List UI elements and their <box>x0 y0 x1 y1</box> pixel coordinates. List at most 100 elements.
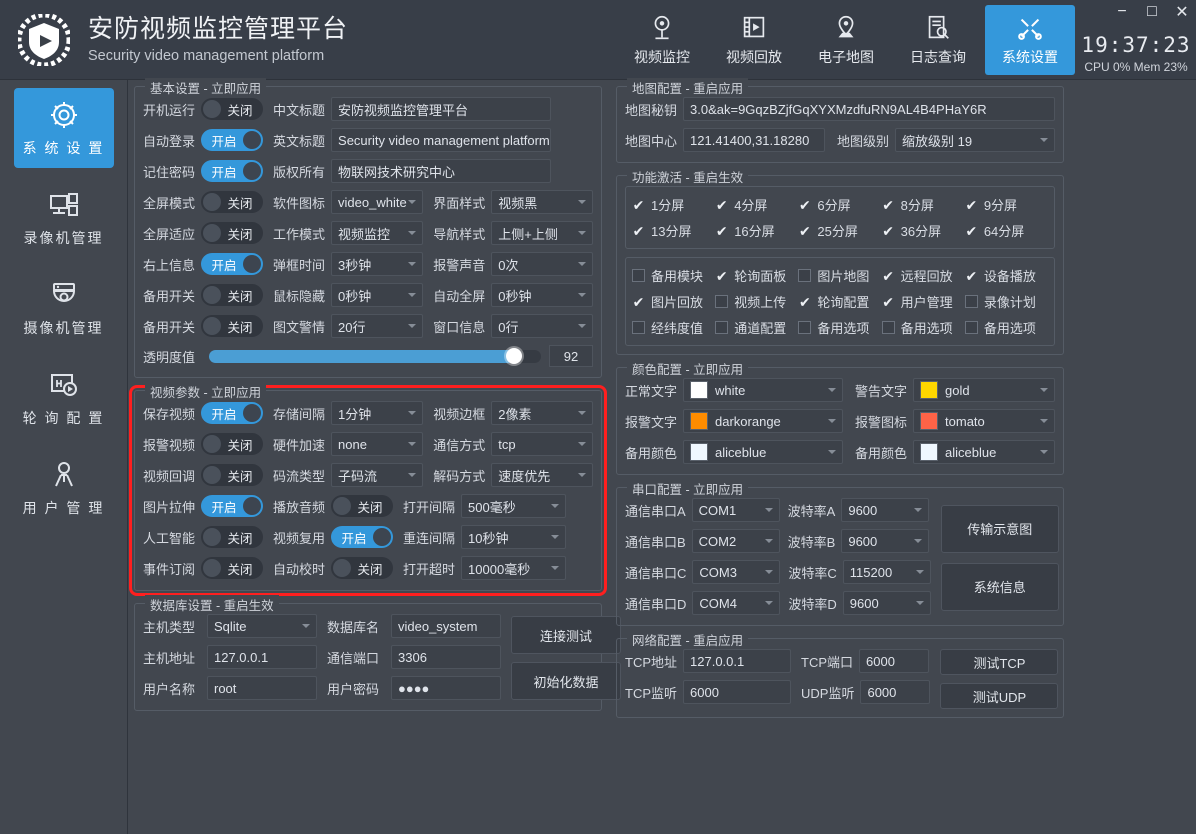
select-stream-type[interactable]: 子码流 <box>331 463 424 487</box>
checkbox-channel-config[interactable]: 通道配置 <box>715 318 798 337</box>
select-open-interval[interactable]: 500毫秒 <box>461 494 567 518</box>
sidebar-item-user-management[interactable]: 用 户 管 理 <box>14 448 114 528</box>
select-reconnect-interval[interactable]: 10秒钟 <box>461 525 567 549</box>
checkbox-latlon-value[interactable]: 经纬度值 <box>632 318 715 337</box>
input-copyright[interactable]: 物联网技术研究中心 <box>331 159 552 183</box>
toggle-ai[interactable]: 关闭 <box>201 526 264 548</box>
checkbox-split-8[interactable]: 8分屏 <box>882 195 965 214</box>
select-baud-c[interactable]: 115200 <box>842 560 931 584</box>
checkbox-split-36[interactable]: 36分屏 <box>882 221 965 240</box>
select-window-info[interactable]: 0行 <box>491 314 593 338</box>
toggle-spare-switch-1[interactable]: 关闭 <box>201 284 264 306</box>
nav-tab-log-query[interactable]: 日志查询 <box>893 5 983 75</box>
connection-test-button[interactable]: 连接测试 <box>511 616 621 654</box>
toggle-image-stretch[interactable]: 开启 <box>201 495 264 517</box>
toggle-play-audio[interactable]: 关闭 <box>331 495 394 517</box>
select-comm-method[interactable]: tcp <box>491 432 593 456</box>
checkbox-spare-option-1[interactable]: 备用选项 <box>798 318 881 337</box>
toggle-fullscreen-fit[interactable]: 关闭 <box>201 222 264 244</box>
checkbox-record-plan[interactable]: 录像计划 <box>964 292 1048 311</box>
nav-tab-video-playback[interactable]: 视频回放 <box>709 5 799 75</box>
opacity-slider-knob[interactable] <box>506 348 523 364</box>
test-tcp-button[interactable]: 测试TCP <box>940 649 1059 675</box>
toggle-video-callback[interactable]: 关闭 <box>201 464 264 486</box>
toggle-event-subscribe[interactable]: 关闭 <box>201 557 264 579</box>
transmission-diagram-button[interactable]: 传输示意图 <box>940 504 1059 553</box>
select-baud-d[interactable]: 9600 <box>842 591 931 615</box>
select-popup-time[interactable]: 3秒钟 <box>331 252 424 276</box>
select-hardware-accel[interactable]: none <box>331 432 424 456</box>
select-host-type[interactable]: Sqlite <box>207 614 317 638</box>
select-alarm-text-color[interactable]: darkorange <box>683 409 844 433</box>
checkbox-remote-playback[interactable]: 远程回放 <box>882 266 965 285</box>
toggle-video-reuse[interactable]: 开启 <box>331 526 394 548</box>
input-tcp-listen[interactable]: 6000 <box>683 680 792 704</box>
select-work-mode[interactable]: 视频监控 <box>331 221 424 245</box>
input-map-center[interactable]: 121.41400,31.18280 <box>683 128 826 152</box>
input-udp-listen[interactable]: 6000 <box>860 680 931 704</box>
checkbox-split-9[interactable]: 9分屏 <box>965 195 1048 214</box>
opacity-slider[interactable] <box>209 348 541 364</box>
select-nav-style[interactable]: 上侧+上侧 <box>491 221 593 245</box>
select-alarm-icon-color[interactable]: tomato <box>913 409 1055 433</box>
checkbox-split-1[interactable]: 1分屏 <box>632 195 715 214</box>
select-map-level[interactable]: 缩放级别 19 <box>895 128 1055 152</box>
nav-tab-video-monitor[interactable]: 视频监控 <box>617 5 707 75</box>
checkbox-user-management[interactable]: 用户管理 <box>882 292 965 311</box>
checkbox-image-playback[interactable]: 图片回放 <box>632 292 715 311</box>
select-serial-port-a[interactable]: COM1 <box>691 498 780 522</box>
checkbox-spare-option-2[interactable]: 备用选项 <box>881 318 965 337</box>
checkbox-spare-option-3[interactable]: 备用选项 <box>964 318 1048 337</box>
input-user-name[interactable]: root <box>207 676 317 700</box>
select-baud-a[interactable]: 9600 <box>841 498 930 522</box>
sidebar-item-system-settings[interactable]: 系 统 设 置 <box>13 88 114 168</box>
checkbox-split-4[interactable]: 4分屏 <box>715 195 798 214</box>
checkbox-polling-panel[interactable]: 轮询面板 <box>715 266 798 285</box>
toggle-alarm-video[interactable]: 关闭 <box>201 433 264 455</box>
select-serial-port-d[interactable]: COM4 <box>692 591 781 615</box>
checkbox-split-16[interactable]: 16分屏 <box>715 221 798 240</box>
select-decode-method[interactable]: 速度优先 <box>491 463 593 487</box>
input-cn-title[interactable]: 安防视频监控管理平台 <box>331 97 552 121</box>
select-baud-b[interactable]: 9600 <box>841 529 930 553</box>
select-auto-fullscreen[interactable]: 0秒钟 <box>491 283 593 307</box>
select-spare-color-1[interactable]: aliceblue <box>683 440 844 464</box>
select-text-alarm[interactable]: 20行 <box>331 314 424 338</box>
checkbox-device-play[interactable]: 设备播放 <box>965 266 1048 285</box>
select-alarm-sound[interactable]: 0次 <box>491 252 593 276</box>
sidebar-item-nvr-management[interactable]: 录像机管理 <box>14 178 114 258</box>
nav-tab-emap[interactable]: 电子地图 <box>801 5 891 75</box>
toggle-boot-run[interactable]: 关闭 <box>201 98 264 120</box>
sidebar-item-polling-config[interactable]: 轮 询 配 置 <box>14 358 114 438</box>
input-en-title[interactable]: Security video management platform <box>331 128 552 152</box>
select-software-icon[interactable]: video_white <box>331 190 424 214</box>
checkbox-video-upload[interactable]: 视频上传 <box>715 292 798 311</box>
checkbox-split-6[interactable]: 6分屏 <box>798 195 881 214</box>
toggle-spare-switch-2[interactable]: 关闭 <box>201 315 264 337</box>
checkbox-spare-module[interactable]: 备用模块 <box>632 266 715 285</box>
input-host-address[interactable]: 127.0.0.1 <box>207 645 317 669</box>
checkbox-polling-config[interactable]: 轮询配置 <box>798 292 881 311</box>
checkbox-image-map[interactable]: 图片地图 <box>798 266 881 285</box>
select-serial-port-c[interactable]: COM3 <box>692 560 781 584</box>
checkbox-split-13[interactable]: 13分屏 <box>632 221 715 240</box>
close-button[interactable]: ✕ <box>1174 4 1190 21</box>
init-data-button[interactable]: 初始化数据 <box>511 662 621 700</box>
input-map-key[interactable]: 3.0&ak=9GqzBZjfGqXYXMzdfuRN9AL4B4PHaY6R <box>683 97 1055 121</box>
toggle-topright-info[interactable]: 开启 <box>201 253 264 275</box>
maximize-button[interactable]: □ <box>1144 3 1160 20</box>
select-video-border[interactable]: 2像素 <box>491 401 593 425</box>
input-db-name[interactable]: video_system <box>391 614 501 638</box>
select-open-timeout[interactable]: 10000毫秒 <box>461 556 567 580</box>
system-info-button[interactable]: 系统信息 <box>940 562 1059 611</box>
input-tcp-port[interactable]: 6000 <box>859 649 930 673</box>
select-ui-style[interactable]: 视频黑 <box>491 190 593 214</box>
select-warning-text-color[interactable]: gold <box>913 378 1055 402</box>
select-mouse-hide[interactable]: 0秒钟 <box>331 283 424 307</box>
sidebar-item-camera-management[interactable]: 摄像机管理 <box>14 268 114 348</box>
toggle-save-video[interactable]: 开启 <box>201 402 264 424</box>
select-serial-port-b[interactable]: COM2 <box>691 529 780 553</box>
input-tcp-address[interactable]: 127.0.0.1 <box>683 649 792 673</box>
toggle-auto-time-sync[interactable]: 关闭 <box>331 557 394 579</box>
select-normal-text-color[interactable]: white <box>683 378 844 402</box>
